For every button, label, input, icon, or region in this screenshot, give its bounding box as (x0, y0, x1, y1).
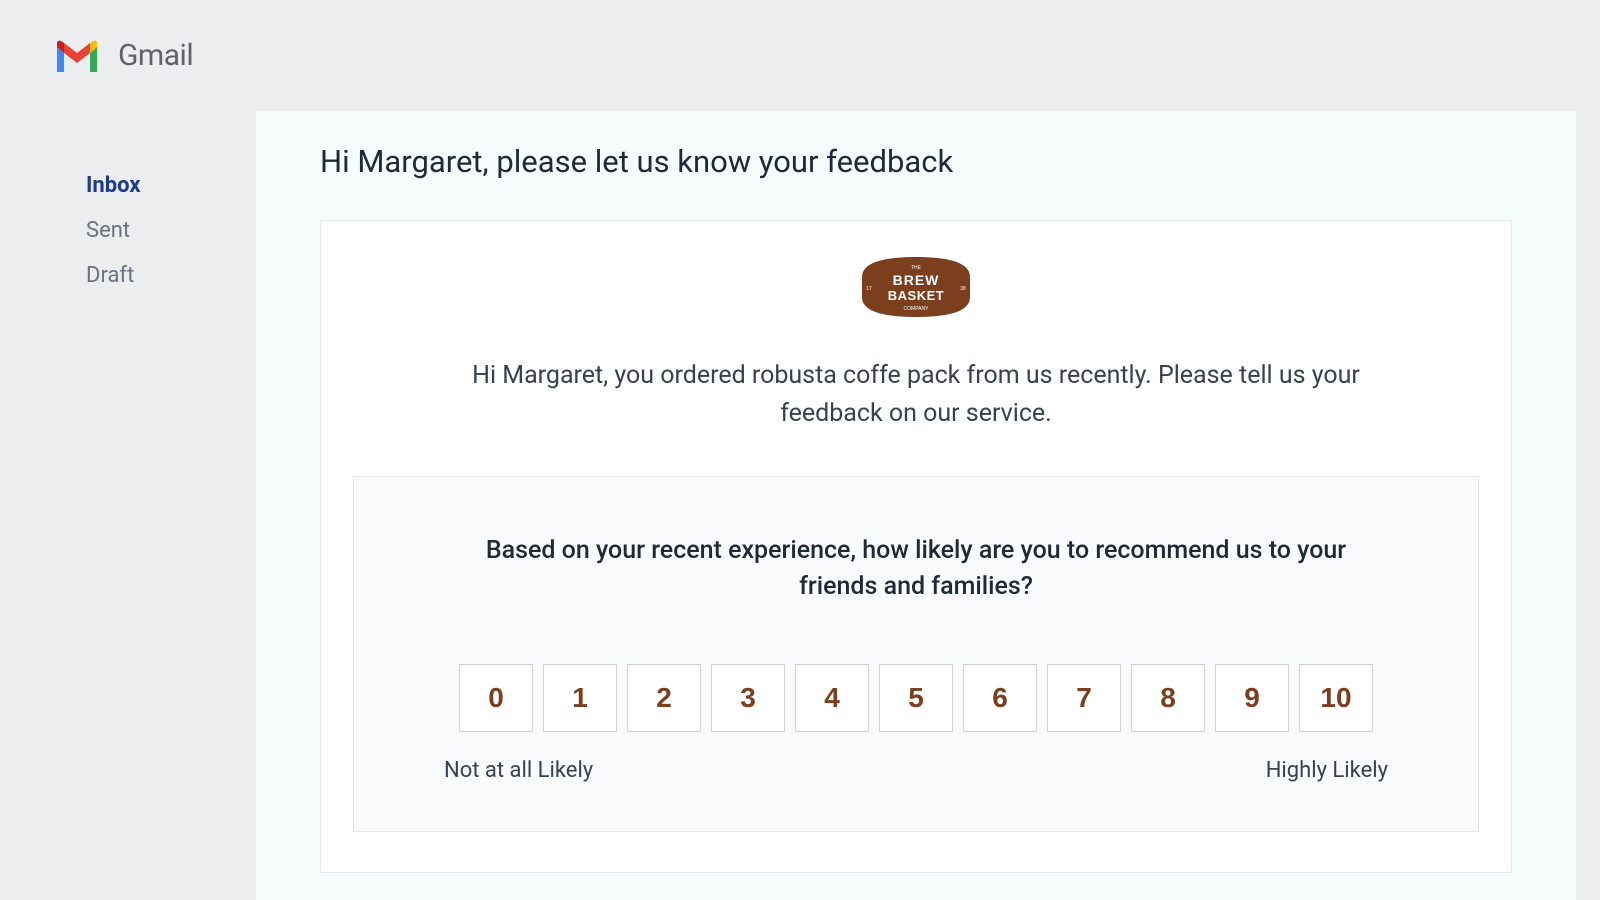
email-intro-text: Hi Margaret, you ordered robusta coffe p… (431, 357, 1401, 432)
app-window: Gmail Inbox Sent Draft Hi Margaret, plea… (0, 0, 1600, 900)
nps-options-row: 0 1 2 3 4 5 6 7 8 9 10 (402, 664, 1430, 732)
nps-low-label: Not at all Likely (444, 758, 593, 783)
gmail-logo[interactable]: Gmail (54, 38, 193, 73)
nps-option-3[interactable]: 3 (711, 664, 785, 732)
app-name: Gmail (118, 38, 193, 73)
sidebar: Inbox Sent Draft (0, 111, 256, 900)
email-body: THE BREW BASKET COMPANY 17 38 Hi Margare… (320, 220, 1512, 873)
sidebar-item-draft[interactable]: Draft (86, 253, 256, 298)
survey-question: Based on your recent experience, how lik… (476, 533, 1356, 606)
nps-option-0[interactable]: 0 (459, 664, 533, 732)
nps-option-1[interactable]: 1 (543, 664, 617, 732)
email-subject: Hi Margaret, please let us know your fee… (320, 143, 1512, 180)
nps-option-4[interactable]: 4 (795, 664, 869, 732)
sidebar-item-sent[interactable]: Sent (86, 208, 256, 253)
app-header: Gmail (0, 0, 1600, 111)
nps-scale-labels: Not at all Likely Highly Likely (402, 758, 1430, 783)
svg-text:BREW: BREW (893, 272, 940, 288)
svg-text:BASKET: BASKET (888, 288, 944, 303)
nps-option-10[interactable]: 10 (1299, 664, 1373, 732)
nps-option-7[interactable]: 7 (1047, 664, 1121, 732)
gmail-icon (54, 39, 100, 73)
content-area: Inbox Sent Draft Hi Margaret, please let… (0, 111, 1600, 900)
nps-option-6[interactable]: 6 (963, 664, 1037, 732)
svg-text:THE: THE (911, 265, 922, 271)
nps-option-8[interactable]: 8 (1131, 664, 1205, 732)
nps-option-5[interactable]: 5 (879, 664, 953, 732)
sidebar-item-inbox[interactable]: Inbox (86, 163, 256, 208)
svg-text:COMPANY: COMPANY (904, 306, 930, 312)
email-viewer: Hi Margaret, please let us know your fee… (256, 111, 1576, 900)
svg-text:38: 38 (960, 286, 966, 292)
nps-option-9[interactable]: 9 (1215, 664, 1289, 732)
brand-logo: THE BREW BASKET COMPANY 17 38 (353, 249, 1479, 325)
svg-text:17: 17 (866, 286, 872, 292)
nps-high-label: Highly Likely (1266, 758, 1388, 783)
nps-survey: Based on your recent experience, how lik… (353, 476, 1479, 832)
nps-option-2[interactable]: 2 (627, 664, 701, 732)
brew-basket-badge-icon: THE BREW BASKET COMPANY 17 38 (852, 249, 980, 325)
